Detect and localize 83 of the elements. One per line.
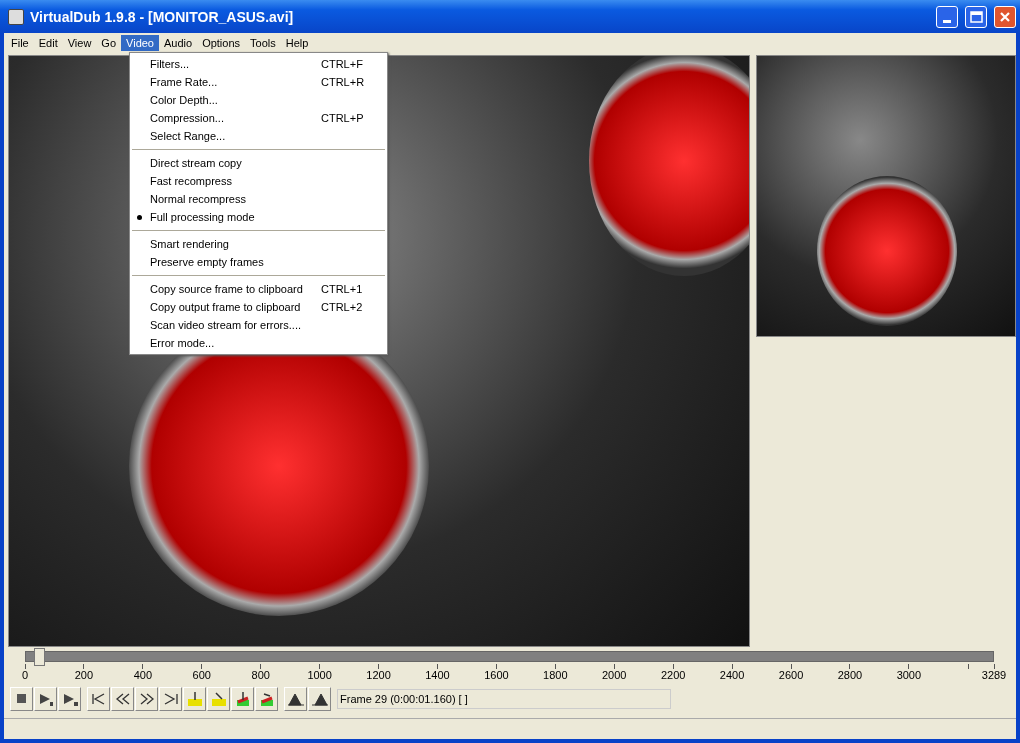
maximize-button[interactable] (965, 5, 987, 28)
toolbar-button[interactable] (135, 687, 158, 711)
menu-label: Copy output frame to clipboard (150, 301, 302, 313)
shortcut-text: CTRL+1 (321, 283, 364, 295)
menu-item[interactable]: Select Range... (130, 127, 387, 145)
frame-position-field: Frame 29 (0:00:01.160) [ ] (337, 689, 671, 709)
tick-label: 400 (133, 669, 153, 681)
toolbar-button[interactable] (111, 687, 134, 711)
toolbar-button[interactable] (255, 687, 278, 711)
window-title: VirtualDub 1.9.8 - [MONITOR_ASUS.avi] (30, 8, 294, 25)
toolbar-button[interactable] (87, 687, 110, 711)
menu-item[interactable]: Frame Rate... CTRL+R (130, 73, 387, 91)
toolbar-button[interactable] (231, 687, 254, 711)
close-icon (999, 10, 1011, 23)
timeline-thumb[interactable] (33, 648, 45, 666)
tick-label: 2600 (778, 669, 804, 681)
tick-label: 2400 (719, 669, 745, 681)
menu-item[interactable]: Smart rendering (130, 235, 387, 253)
tick-label: 1600 (484, 669, 509, 681)
maximize-icon (969, 10, 983, 23)
menu-label: Scan video stream for errors.... (150, 319, 302, 331)
menu-label: Copy source frame to clipboard (150, 283, 304, 295)
menu-label: Filters... (150, 58, 191, 70)
tick-label: 2000 (602, 669, 627, 681)
menu-label: Fast recompress (150, 175, 233, 187)
toolbar-button[interactable] (10, 687, 33, 711)
menu-item[interactable]: Help (280, 34, 314, 51)
menu-item[interactable]: Edit (33, 34, 63, 51)
tick-label: 0 (21, 669, 29, 681)
menu-item[interactable]: Go (96, 34, 122, 51)
menu-item[interactable]: Scan video stream for errors.... (130, 316, 387, 334)
menu-item[interactable]: Fast recompress (130, 172, 387, 190)
menu-label: Select Range... (150, 130, 227, 142)
shortcut-text: CTRL+P (321, 112, 365, 124)
tick-label: 2200 (660, 669, 686, 681)
minimize-button[interactable] (936, 5, 958, 28)
tick-label: 1200 (366, 669, 391, 681)
menu-label: Preserve empty frames (150, 256, 265, 268)
tick-label: 1800 (543, 669, 568, 681)
shortcut-text: CTRL+2 (321, 301, 364, 313)
menu-item[interactable]: View (62, 34, 97, 51)
toolbar-button[interactable] (159, 687, 182, 711)
menu-label: Error mode... (150, 337, 216, 349)
tick-label: 800 (251, 669, 270, 681)
toolbar-button[interactable] (58, 687, 81, 711)
close-button[interactable] (994, 5, 1016, 28)
menu-item[interactable]: Audio (159, 34, 198, 51)
menu-item[interactable]: Filters... CTRL+F (130, 55, 387, 73)
menu-label: Color Depth... (150, 94, 219, 106)
menu-item[interactable]: Options (197, 34, 246, 51)
menu-item[interactable]: Full processing mode (130, 208, 387, 226)
menu-label: Full processing mode (150, 211, 256, 223)
menu-label: Compression... (150, 112, 225, 124)
menu-item[interactable]: File (6, 34, 34, 51)
tick-label: 3000 (896, 669, 922, 681)
menu-label: Smart rendering (150, 238, 230, 250)
tick-label: 1000 (307, 669, 332, 681)
menu-label: Frame Rate... (150, 76, 219, 88)
app-icon (8, 8, 24, 25)
menu-label: Normal recompress (150, 193, 247, 205)
tick-label: 2800 (837, 669, 863, 681)
menu-label: Direct stream copy (150, 157, 243, 169)
tick-label: 600 (192, 669, 211, 681)
toolbar-button[interactable] (34, 687, 57, 711)
toolbar-button[interactable] (284, 687, 307, 711)
menu-item[interactable]: Direct stream copy (130, 154, 387, 172)
menu-item[interactable]: Tools (245, 34, 281, 51)
menu-item[interactable]: Compression... CTRL+P (130, 109, 387, 127)
menu-item[interactable]: Copy source frame to clipboard CTRL+1 (130, 280, 387, 298)
menu-item[interactable]: Preserve empty frames (130, 253, 387, 271)
shortcut-text: CTRL+F (321, 58, 364, 70)
menu-item[interactable]: Normal recompress (130, 190, 387, 208)
menu-item[interactable]: Video (121, 34, 159, 51)
menu-item[interactable]: Copy output frame to clipboard CTRL+2 (130, 298, 387, 316)
menu-item[interactable]: Color Depth... (130, 91, 387, 109)
tick-label: 3289 (981, 669, 1007, 681)
menu-item[interactable]: Error mode... (130, 334, 387, 352)
tick-label: 1400 (425, 669, 450, 681)
shortcut-text: CTRL+R (321, 76, 366, 88)
minimize-icon (943, 20, 951, 23)
toolbar-button[interactable] (308, 687, 331, 711)
tick-label: 200 (74, 669, 94, 681)
toolbar-button[interactable] (183, 687, 206, 711)
